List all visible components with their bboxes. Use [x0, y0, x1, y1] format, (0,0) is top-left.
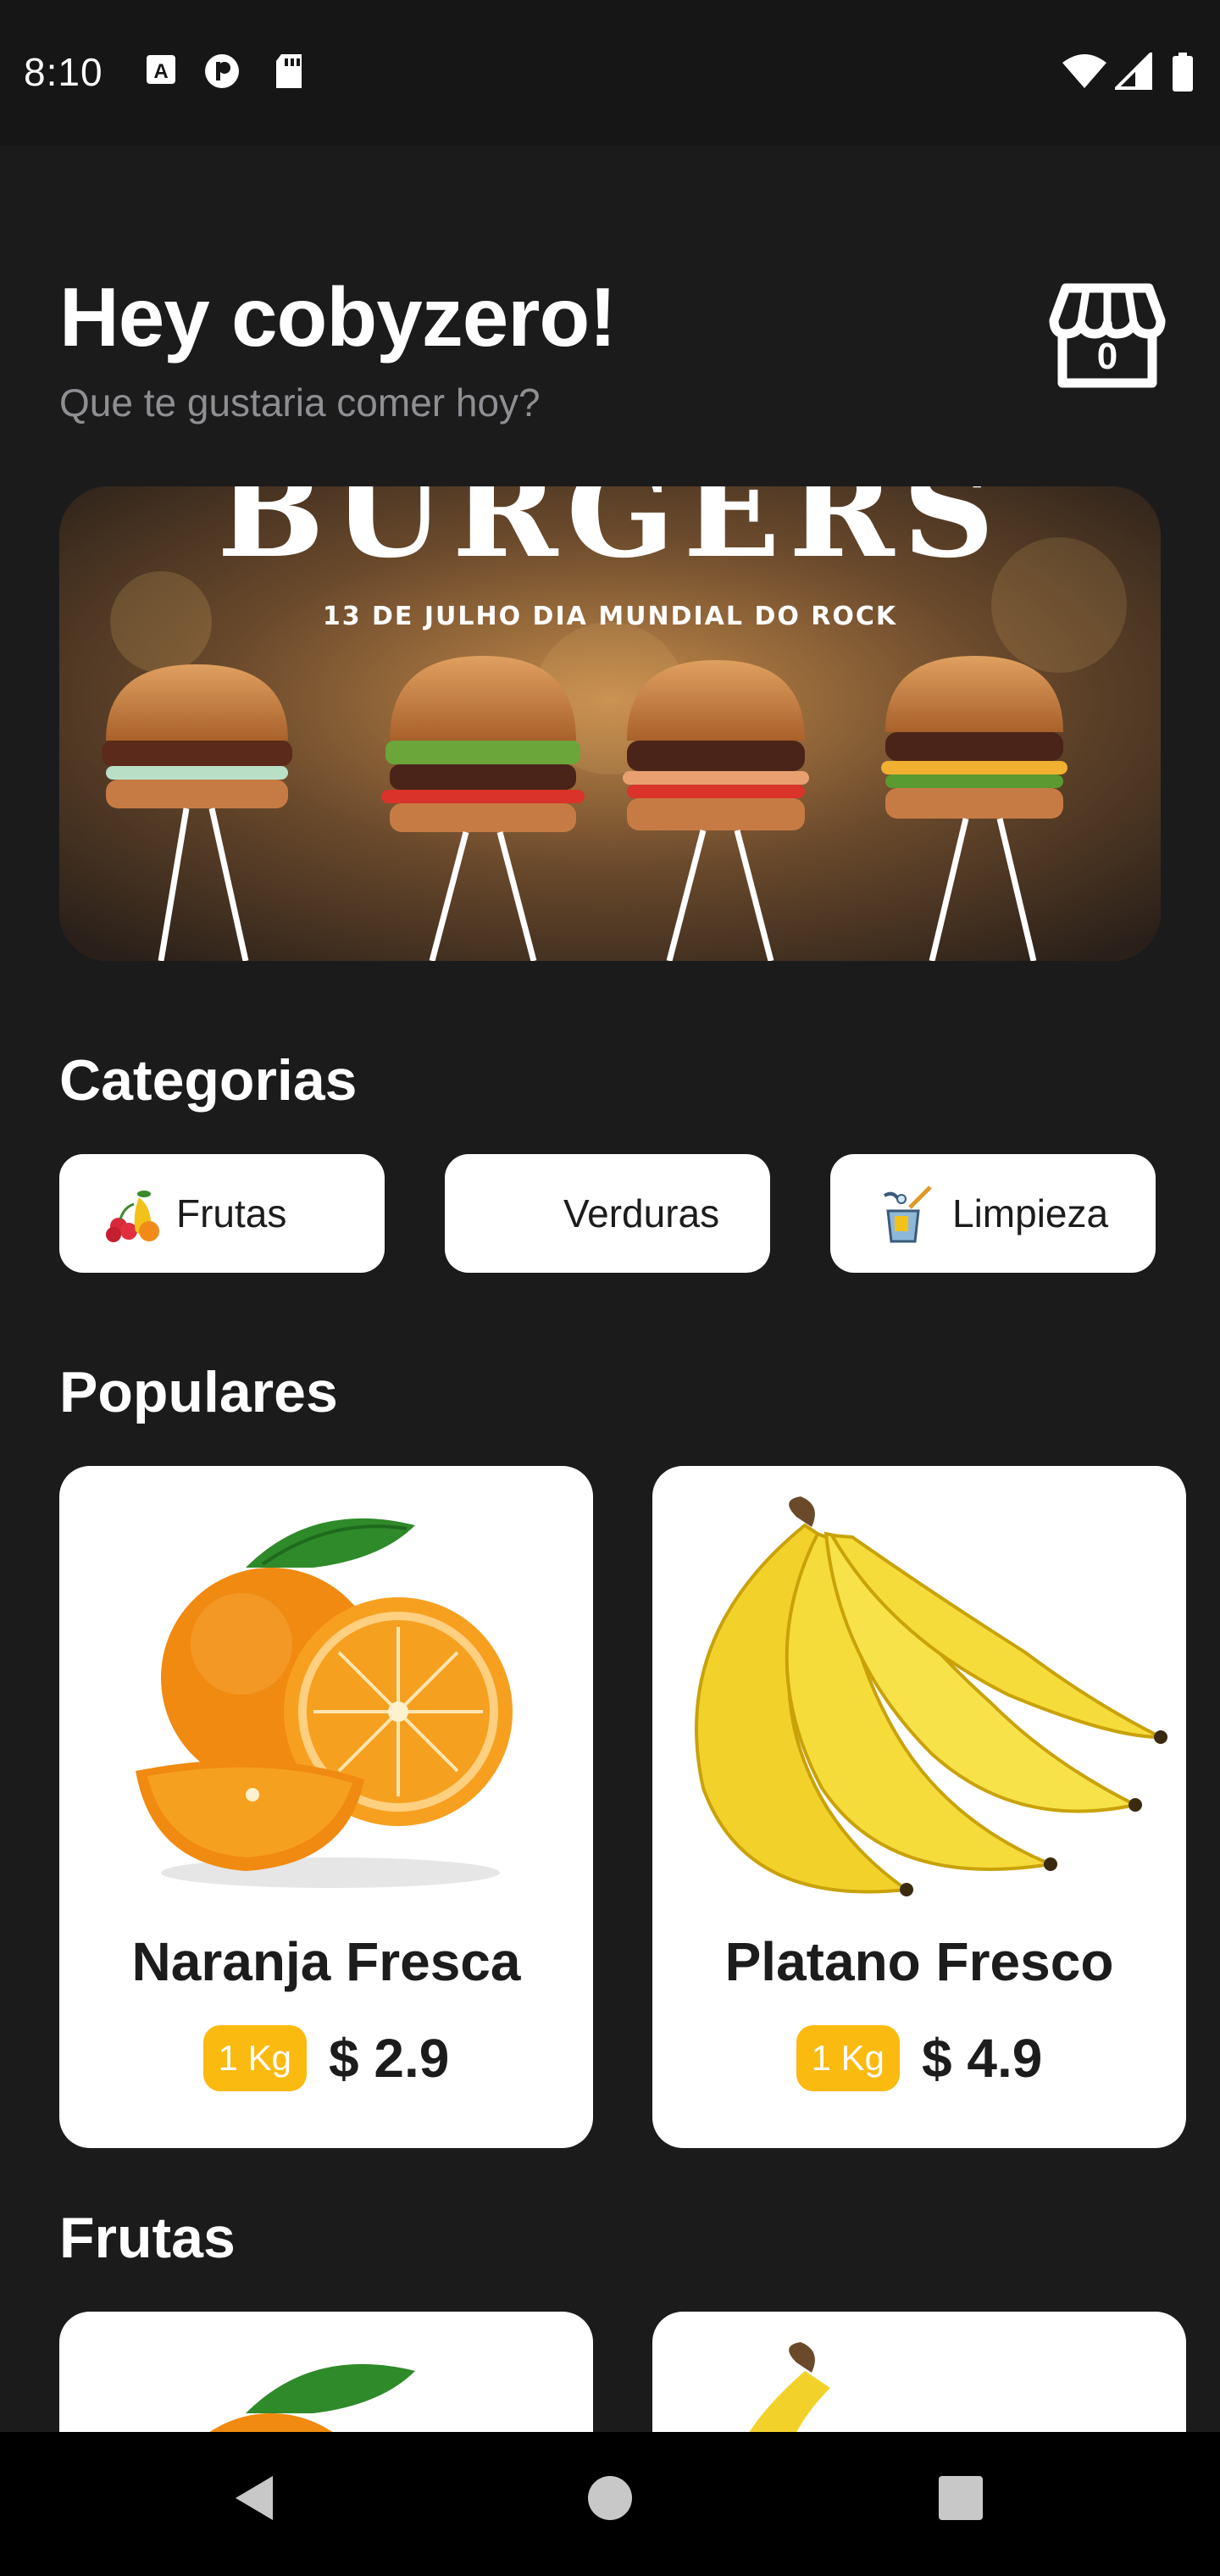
sd-card-icon	[276, 54, 302, 88]
product-card-naranja[interactable]: Naranja Fresca 1 Kg $ 2.9	[59, 1466, 593, 2148]
category-chip-label: Frutas	[176, 1191, 287, 1235]
greeting-title: Hey cobyzero!	[59, 270, 617, 364]
navigation-bar	[0, 2432, 1220, 2576]
wifi-icon	[1062, 54, 1106, 88]
fruits-icon	[102, 1182, 164, 1245]
product-card-platano[interactable]: Platano Fresco 1 Kg $ 4.9	[652, 1466, 1186, 2148]
battery-icon	[1173, 53, 1193, 92]
banner-headline: BURGERS	[217, 486, 1003, 586]
status-time: 8:10	[24, 50, 103, 94]
circle-p-icon	[205, 54, 239, 88]
unit-badge: 1 Kg	[202, 2025, 308, 2091]
back-icon[interactable]	[230, 2473, 278, 2523]
product-name: Platano Fresco	[724, 1931, 1114, 1992]
recents-icon[interactable]	[937, 2473, 984, 2523]
category-chip-label: Limpieza	[952, 1191, 1109, 1235]
unit-badge: 1 Kg	[796, 2025, 901, 2091]
category-chip-verduras[interactable]: Verduras	[445, 1154, 770, 1273]
cart-count: 0	[1096, 336, 1118, 377]
price-row: 1 Kg $ 2.9	[59, 2025, 593, 2091]
svg-text:A: A	[153, 60, 168, 83]
banner-caption: 13 DE JULHO DIA MUNDIAL DO ROCK	[322, 602, 898, 631]
home-icon[interactable]	[586, 2473, 634, 2523]
price-row: 1 Kg $ 4.9	[652, 2025, 1186, 2091]
signal-icon	[1115, 53, 1152, 90]
orange-image	[136, 1518, 513, 1888]
category-chip-label: Verduras	[563, 1191, 720, 1235]
a-box-icon: A	[147, 55, 175, 84]
product-price: $ 2.9	[329, 2028, 450, 2089]
cleaning-icon	[876, 1182, 939, 1245]
frutas-title: Frutas	[59, 2206, 236, 2270]
category-chip-limpieza[interactable]: Limpieza	[830, 1154, 1156, 1273]
category-chip-frutas[interactable]: Frutas	[59, 1154, 385, 1273]
promo-banner[interactable]: BURGERS 13 DE JULHO DIA MUNDIAL DO ROCK	[59, 486, 1161, 961]
app-screen: 8:10 A Hey cobyzero! Que te gustaria com…	[0, 0, 1220, 2576]
product-price: $ 4.9	[922, 2028, 1043, 2089]
banana-image	[695, 1496, 1167, 1896]
status-bar: 8:10 A	[0, 0, 1220, 146]
store-cart-button[interactable]: 0	[1049, 281, 1166, 390]
greeting-subtitle: Que te gustaria comer hoy?	[59, 380, 541, 425]
categories-title: Categorias	[59, 1048, 358, 1113]
populares-title: Populares	[59, 1360, 338, 1424]
product-name: Naranja Fresca	[131, 1931, 521, 1992]
